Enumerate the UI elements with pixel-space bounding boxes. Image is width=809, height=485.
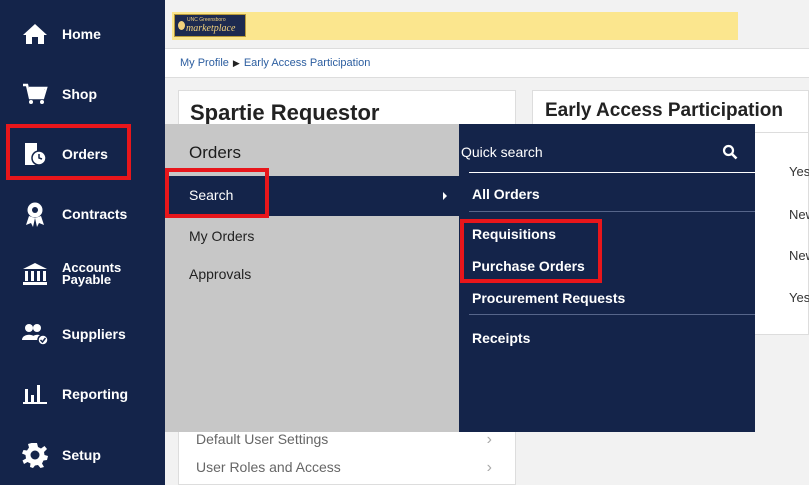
sidebar-item-label-group: Accounts Payable bbox=[62, 261, 121, 287]
orders-menu-item-my-orders[interactable]: My Orders bbox=[189, 228, 254, 244]
early-access-value: Yes bbox=[789, 164, 809, 179]
divider bbox=[469, 211, 755, 212]
profile-title: Spartie Requestor bbox=[190, 100, 380, 125]
sidebar-item-reporting[interactable]: Reporting bbox=[0, 376, 165, 412]
sidebar-item-label: Suppliers bbox=[62, 326, 126, 342]
profile-row-user-roles[interactable]: User Roles and Access › bbox=[196, 459, 496, 476]
suppliers-icon bbox=[20, 322, 50, 346]
search-icon[interactable] bbox=[722, 144, 738, 160]
sidebar-item-label: Home bbox=[62, 26, 101, 42]
early-access-title: Early Access Participation bbox=[545, 100, 783, 121]
sidebar-item-suppliers[interactable]: Suppliers bbox=[0, 316, 165, 352]
sidebar-item-label: Contracts bbox=[62, 206, 128, 222]
sidebar bbox=[0, 0, 165, 485]
sidebar-item-setup[interactable]: Setup bbox=[0, 437, 165, 473]
logo-emblem bbox=[178, 21, 185, 30]
orders-menu-title: Orders bbox=[189, 143, 241, 162]
early-access-value: New bbox=[789, 207, 809, 222]
profile-row-label: User Roles and Access bbox=[196, 459, 341, 475]
sidebar-item-contracts[interactable]: Contracts bbox=[0, 196, 165, 232]
bank-icon bbox=[20, 262, 50, 286]
highlight-box-search bbox=[165, 168, 269, 218]
bar-chart-icon bbox=[20, 382, 50, 406]
home-icon bbox=[20, 22, 50, 46]
sidebar-item-label: Payable bbox=[62, 272, 112, 287]
gear-icon bbox=[20, 443, 50, 468]
highlight-box-requisitions-purchase-orders bbox=[460, 219, 602, 283]
chevron-right-icon: › bbox=[486, 459, 492, 476]
sidebar-item-label: Shop bbox=[62, 86, 97, 102]
divider bbox=[469, 314, 755, 315]
breadcrumb: My Profile ▶ Early Access Participation bbox=[180, 57, 370, 69]
sidebar-item-label: Setup bbox=[62, 447, 101, 463]
logo-banner bbox=[172, 12, 738, 40]
cart-icon bbox=[20, 82, 50, 106]
sidebar-item-home[interactable]: Home bbox=[0, 16, 165, 52]
orders-menu-item-approvals[interactable]: Approvals bbox=[189, 266, 251, 282]
early-access-value: Yes bbox=[789, 290, 809, 305]
marketplace-logo[interactable]: UNC Greensboro marketplace bbox=[174, 14, 246, 37]
sidebar-item-label: Reporting bbox=[62, 386, 129, 402]
highlight-box-orders bbox=[6, 124, 131, 180]
logo-brand-text: marketplace bbox=[186, 23, 236, 34]
submenu-item-all-orders[interactable]: All Orders bbox=[472, 186, 540, 202]
contracts-icon bbox=[20, 202, 50, 227]
profile-row-label: Default User Settings bbox=[196, 431, 329, 447]
profile-row-default-user-settings[interactable]: Default User Settings › bbox=[196, 431, 496, 448]
chevron-right-icon: › bbox=[486, 431, 492, 448]
sidebar-item-accounts-payable[interactable]: Accounts Payable bbox=[0, 254, 165, 294]
submenu-item-procurement-requests[interactable]: Procurement Requests bbox=[472, 290, 625, 306]
quick-search-input[interactable]: Quick search bbox=[461, 144, 543, 160]
divider bbox=[469, 172, 755, 173]
breadcrumb-link-early-access[interactable]: Early Access Participation bbox=[244, 57, 371, 69]
submenu-item-receipts[interactable]: Receipts bbox=[472, 330, 530, 346]
early-access-value: New bbox=[789, 248, 809, 263]
breadcrumb-link-my-profile[interactable]: My Profile bbox=[180, 57, 229, 69]
sidebar-item-shop[interactable]: Shop bbox=[0, 76, 165, 112]
breadcrumb-separator-icon: ▶ bbox=[232, 58, 240, 68]
submenu-arrow-icon bbox=[443, 192, 447, 200]
